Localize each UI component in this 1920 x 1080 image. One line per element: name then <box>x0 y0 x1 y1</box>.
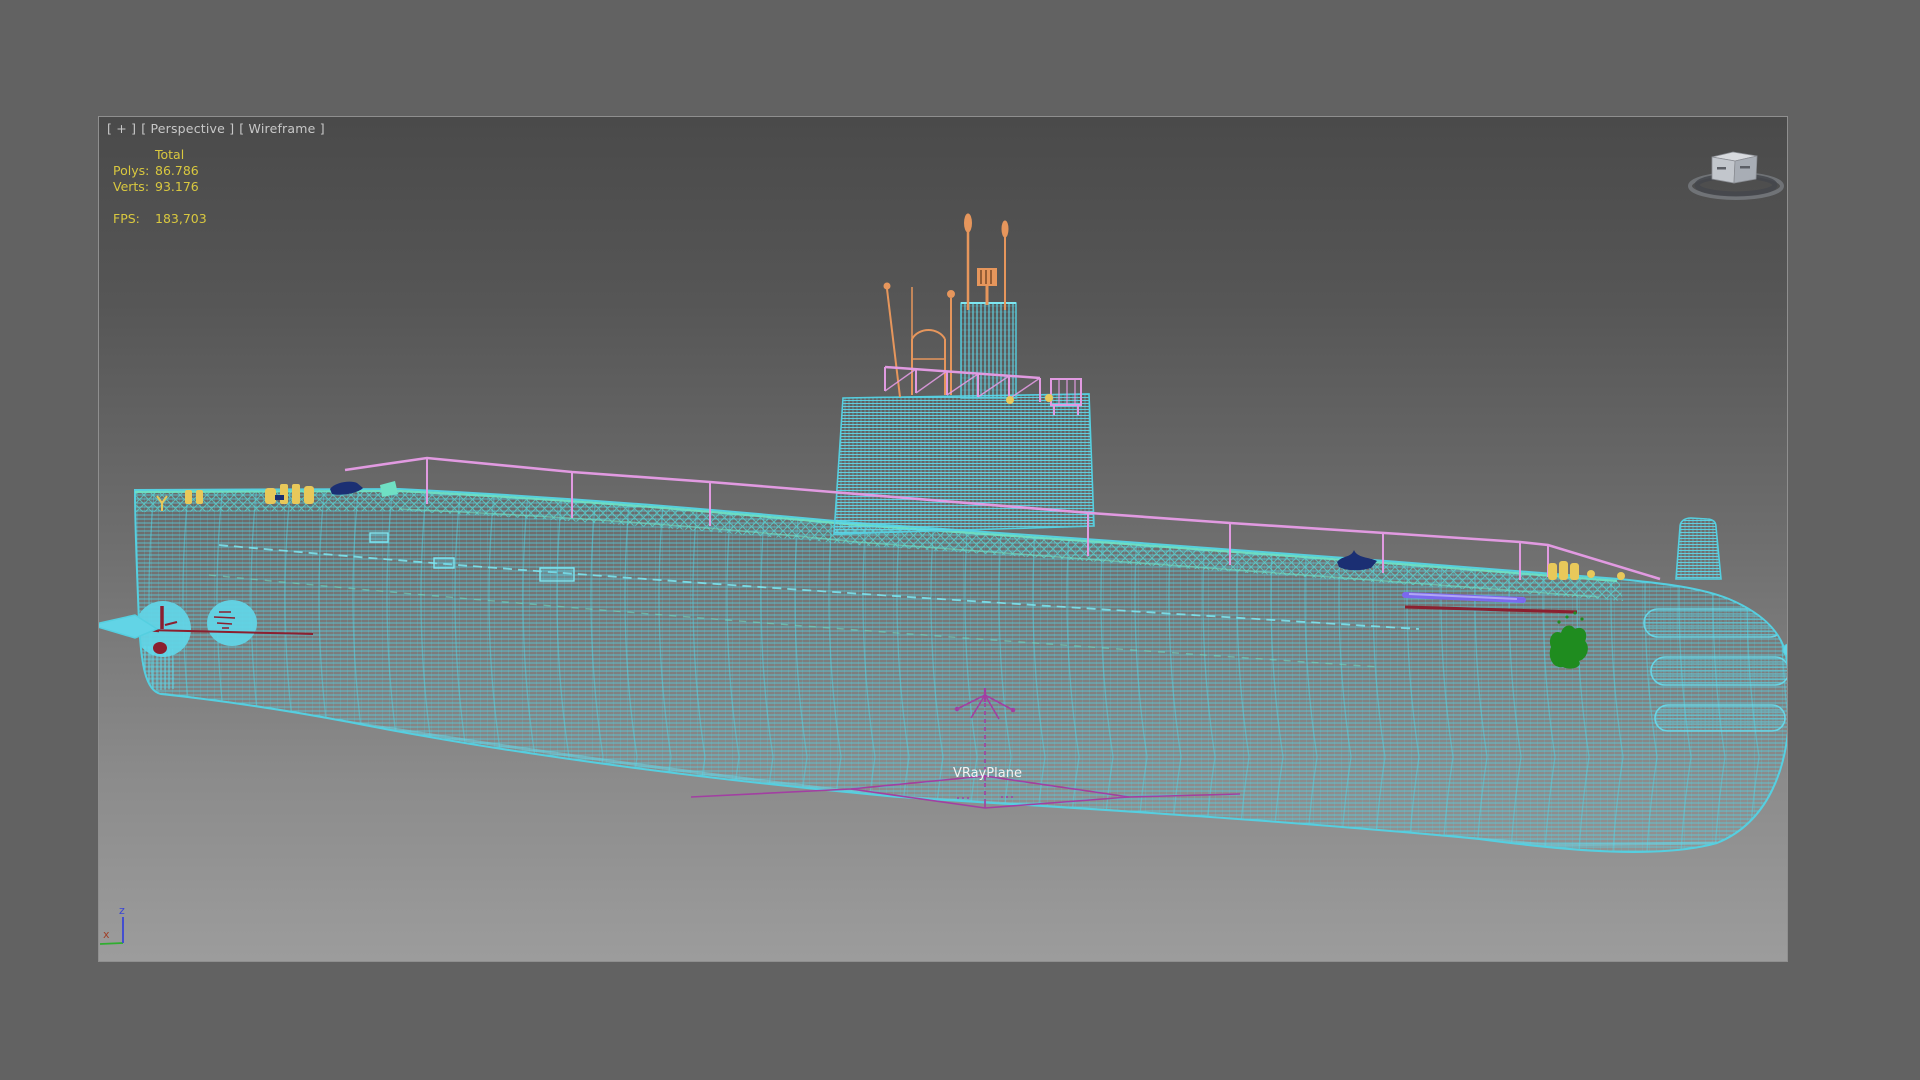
stern-rudder-fin <box>1675 517 1722 580</box>
sail-group[interactable] <box>833 302 1095 535</box>
stern-bulges <box>1643 608 1787 732</box>
stats-total-header: Total <box>155 147 185 162</box>
vrayplane-label: VRayPlane <box>953 766 1022 781</box>
stats-fps-row: FPS: 183,703 <box>113 211 207 226</box>
application-background: [ + ] [ Perspective ] [ Wireframe ] Tota… <box>0 0 1920 1080</box>
bow-navy-mark <box>275 495 284 500</box>
bow-pod-2 <box>207 600 257 646</box>
axis-y-line <box>99 942 124 945</box>
sail-yellow-fitting-2 <box>1045 394 1053 402</box>
viewport-menu-general[interactable]: [ + ] <box>107 121 136 136</box>
viewport-canvas[interactable]: VRayPlane z x <box>99 117 1787 961</box>
mast-housing <box>960 302 1017 399</box>
viewport-label: [ + ] [ Perspective ] [ Wireframe ] <box>107 121 325 136</box>
viewport-statistics: Total Polys: 86.786 Verts: 93.176 FPS: 1… <box>113 147 207 227</box>
axis-z-label: z <box>119 904 125 917</box>
stats-polys-row: Polys: 86.786 <box>113 163 199 178</box>
submarine-model[interactable] <box>99 213 1787 867</box>
aft-navy-boat <box>1337 550 1377 571</box>
stats-header-row: Total <box>113 147 207 163</box>
stats-verts-row: Verts: 93.176 <box>113 179 199 194</box>
axis-x-label: x <box>103 928 110 941</box>
viewcube-icon[interactable] <box>1688 151 1784 200</box>
viewport-menu-shading[interactable]: [ Wireframe ] <box>239 121 324 136</box>
perspective-viewport[interactable]: [ + ] [ Perspective ] [ Wireframe ] Tota… <box>98 116 1788 962</box>
sail-yellow-fitting <box>1006 396 1014 404</box>
world-axis-tripod: z x <box>99 904 125 945</box>
viewport-menu-pov[interactable]: [ Perspective ] <box>141 121 234 136</box>
